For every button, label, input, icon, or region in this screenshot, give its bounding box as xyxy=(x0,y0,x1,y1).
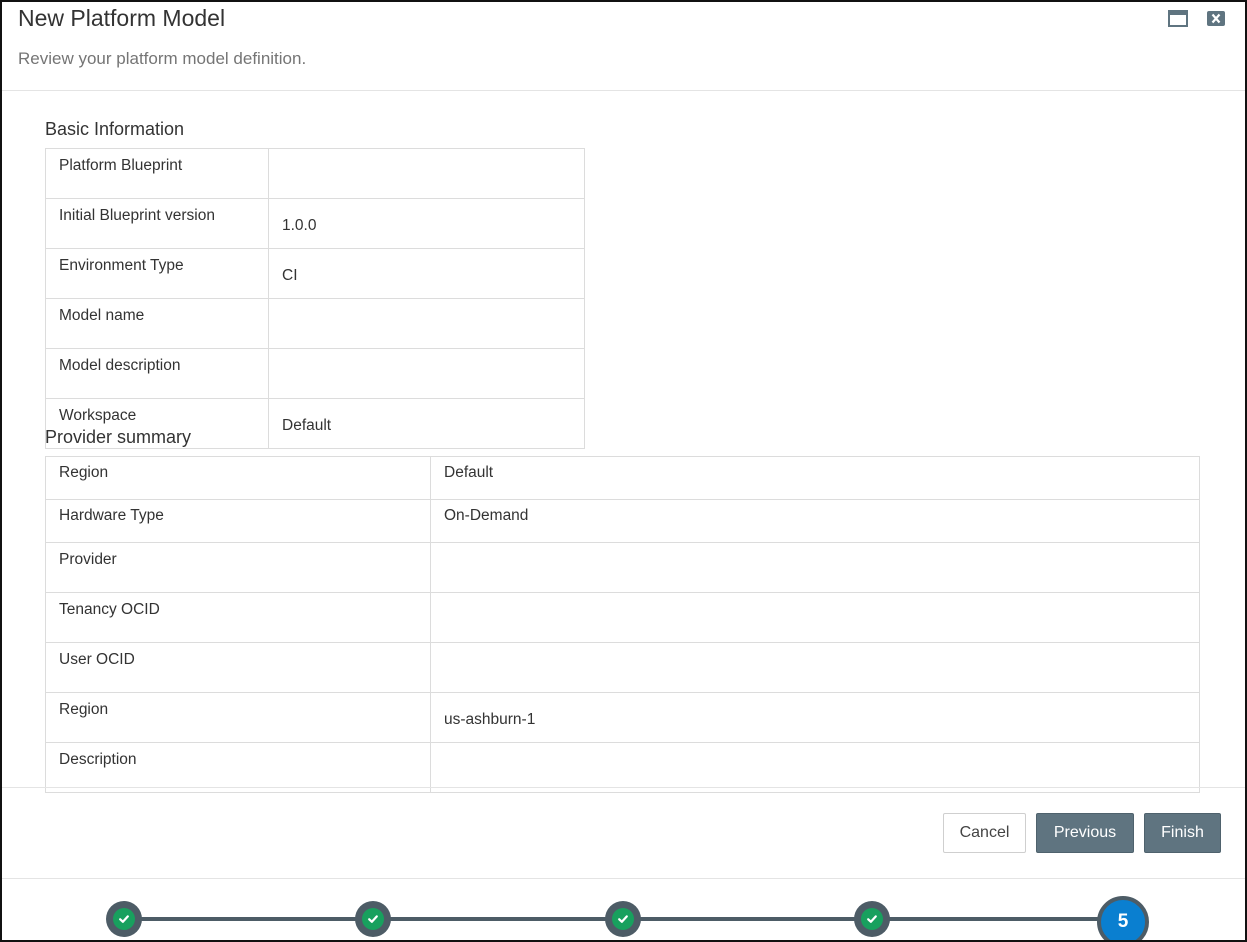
table-row: Provider xyxy=(45,542,1200,593)
previous-button[interactable]: Previous xyxy=(1036,813,1134,853)
row-label: Provider xyxy=(45,542,431,593)
row-label: Region xyxy=(45,456,431,500)
close-icon[interactable] xyxy=(1206,10,1226,27)
step-5-current[interactable]: 5 xyxy=(1097,896,1149,940)
dialog-subtitle: Review your platform model definition. xyxy=(18,49,307,68)
row-label: Environment Type xyxy=(45,248,269,299)
row-label: User OCID xyxy=(45,642,431,693)
cancel-button[interactable]: Cancel xyxy=(943,813,1026,853)
row-value xyxy=(268,348,585,399)
table-row: Model description xyxy=(45,348,585,399)
step-2-complete[interactable] xyxy=(355,901,391,937)
table-row: Region Default xyxy=(45,456,1200,500)
row-label: Region xyxy=(45,692,431,743)
row-value xyxy=(430,542,1200,593)
basic-information-heading: Basic Information xyxy=(45,119,185,139)
table-row: User OCID xyxy=(45,642,1200,693)
table-row: Model name xyxy=(45,298,585,349)
row-label: Description xyxy=(45,742,431,793)
row-value: Default xyxy=(268,398,585,449)
row-label: Hardware Type xyxy=(45,499,431,543)
row-value: 1.0.0 xyxy=(268,198,585,249)
table-row: Initial Blueprint version 1.0.0 xyxy=(45,198,585,249)
step-1-complete[interactable] xyxy=(106,901,142,937)
row-value xyxy=(430,742,1200,793)
row-value: Default xyxy=(430,456,1200,500)
train-divider xyxy=(2,878,1245,879)
provider-summary-heading: Provider summary xyxy=(45,427,192,447)
check-icon xyxy=(119,915,129,923)
table-row: Description xyxy=(45,742,1200,793)
table-row: Hardware Type On-Demand xyxy=(45,499,1200,543)
row-value xyxy=(268,148,585,199)
check-icon xyxy=(618,915,628,923)
step-status-dot xyxy=(861,908,883,930)
row-value: On-Demand xyxy=(430,499,1200,543)
table-row: Tenancy OCID xyxy=(45,592,1200,643)
basic-information-table: Platform Blueprint Initial Blueprint ver… xyxy=(45,148,585,449)
table-row: Environment Type CI xyxy=(45,248,585,299)
row-value xyxy=(268,298,585,349)
step-status-dot xyxy=(612,908,634,930)
step-4-complete[interactable] xyxy=(854,901,890,937)
row-label: Model description xyxy=(45,348,269,399)
new-platform-model-dialog: New Platform Model Review your platform … xyxy=(0,0,1247,942)
row-label: Platform Blueprint xyxy=(45,148,269,199)
check-icon xyxy=(368,915,378,923)
step-status-dot xyxy=(113,908,135,930)
table-row: Region us-ashburn-1 xyxy=(45,692,1200,743)
footer-divider xyxy=(2,787,1245,788)
finish-button[interactable]: Finish xyxy=(1144,813,1221,853)
row-value: CI xyxy=(268,248,585,299)
row-value: us-ashburn-1 xyxy=(430,692,1200,743)
row-value xyxy=(430,592,1200,643)
step-status-dot xyxy=(362,908,384,930)
header-divider xyxy=(2,90,1245,91)
table-row: Platform Blueprint xyxy=(45,148,585,199)
row-label: Initial Blueprint version xyxy=(45,198,269,249)
check-icon xyxy=(867,915,877,923)
row-value xyxy=(430,642,1200,693)
provider-summary-table: Region Default Hardware Type On-Demand P… xyxy=(45,456,1200,793)
row-label: Model name xyxy=(45,298,269,349)
maximize-icon[interactable] xyxy=(1168,10,1188,27)
dialog-title: New Platform Model xyxy=(18,5,226,31)
row-label: Tenancy OCID xyxy=(45,592,431,643)
step-3-complete[interactable] xyxy=(605,901,641,937)
